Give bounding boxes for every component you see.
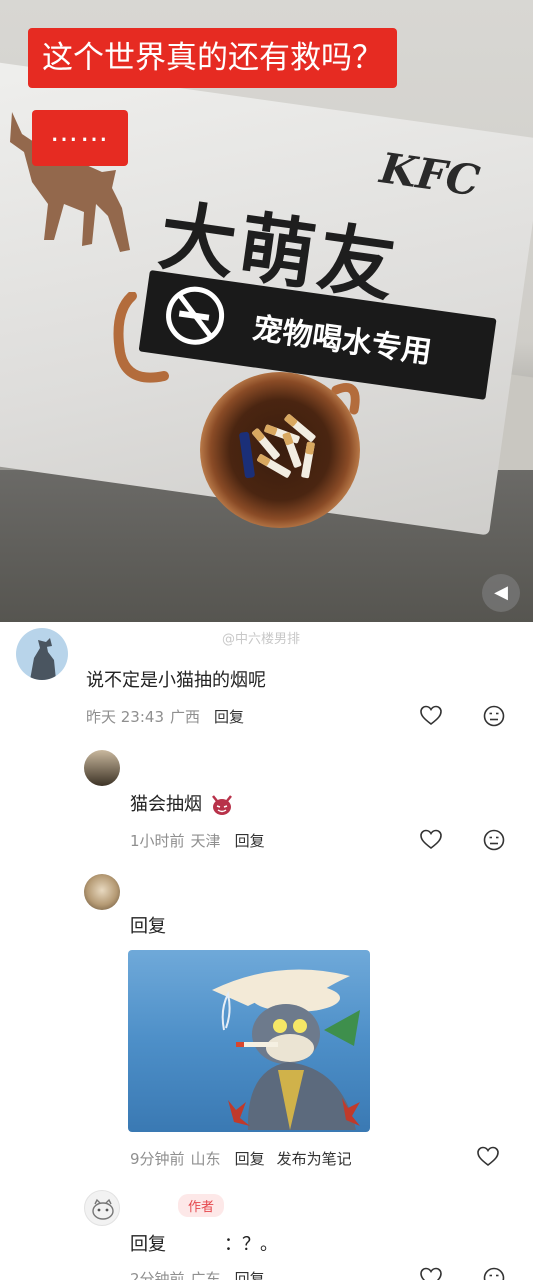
like-heart-icon[interactable] bbox=[419, 704, 443, 728]
comment-location: 天津 bbox=[190, 832, 221, 850]
publish-as-note-button[interactable]: 发布为笔记 bbox=[277, 1150, 352, 1168]
comment-text: 猫会抽烟 bbox=[130, 790, 234, 816]
dislike-face-icon[interactable] bbox=[482, 1266, 506, 1280]
caption-line-2: …… bbox=[32, 110, 128, 166]
copper-pipe-icon bbox=[113, 292, 169, 383]
comment-text: 回复 ：？。 bbox=[130, 1230, 278, 1256]
comment-location: 山东 bbox=[190, 1150, 221, 1168]
cigarette-butt bbox=[300, 441, 316, 479]
copper-bowl bbox=[200, 372, 360, 528]
comment-image-tom-cat[interactable] bbox=[128, 950, 370, 1132]
comment-text-body: 猫会抽烟 bbox=[130, 794, 202, 815]
avatar[interactable] bbox=[16, 628, 68, 680]
post-photo[interactable]: 这个世界真的还有救吗？ …… KFC 大萌友 宠物喝水专用 ◀ bbox=[0, 0, 533, 622]
caption-line-1: 这个世界真的还有救吗？ bbox=[28, 28, 397, 88]
comment-meta: 2分钟前 广东 回复 bbox=[130, 1268, 265, 1280]
avatar[interactable] bbox=[84, 750, 120, 786]
reply-button[interactable]: 回复 bbox=[235, 1150, 265, 1168]
like-heart-icon[interactable] bbox=[419, 828, 443, 852]
comment-time: 1小时前 bbox=[130, 832, 185, 850]
dislike-face-icon[interactable] bbox=[482, 704, 506, 728]
reply-button[interactable]: 回复 bbox=[235, 832, 265, 850]
comment-text: 说不定是小猫抽的烟呢 bbox=[86, 670, 266, 691]
avatar[interactable] bbox=[84, 1190, 120, 1226]
comment-meta: 昨天 23:43 广西 回复 bbox=[86, 706, 244, 727]
comment-text-suffix: ：？。 bbox=[224, 1234, 278, 1255]
comment-location: 广东 bbox=[190, 1270, 221, 1280]
dislike-face-icon[interactable] bbox=[482, 828, 506, 852]
like-heart-icon[interactable] bbox=[419, 1266, 443, 1280]
avatar[interactable] bbox=[84, 874, 120, 910]
author-tag: 作者 bbox=[178, 1194, 225, 1217]
comment-time: 昨天 23:43 bbox=[86, 708, 164, 726]
reply-button[interactable]: 回复 bbox=[235, 1270, 265, 1280]
like-heart-icon[interactable] bbox=[476, 1145, 500, 1169]
reply-button[interactable]: 回复 bbox=[214, 708, 244, 726]
comment-meta: 9分钟前 山东 回复 发布为笔记 bbox=[130, 1148, 352, 1169]
comment-meta: 1小时前 天津 回复 bbox=[130, 830, 265, 851]
play-icon[interactable]: ◀ bbox=[482, 574, 520, 612]
lighter bbox=[238, 431, 256, 479]
comment-time: 2分钟前 bbox=[130, 1270, 185, 1280]
comment-text-reply: 回复 bbox=[130, 1234, 166, 1255]
comment-time: 9分钟前 bbox=[130, 1150, 185, 1168]
comment-text: 回复 bbox=[130, 916, 166, 937]
watermark: @中六楼男排 bbox=[222, 632, 301, 647]
comment-location: 广西 bbox=[170, 708, 201, 726]
devil-face-emoji bbox=[211, 795, 232, 815]
